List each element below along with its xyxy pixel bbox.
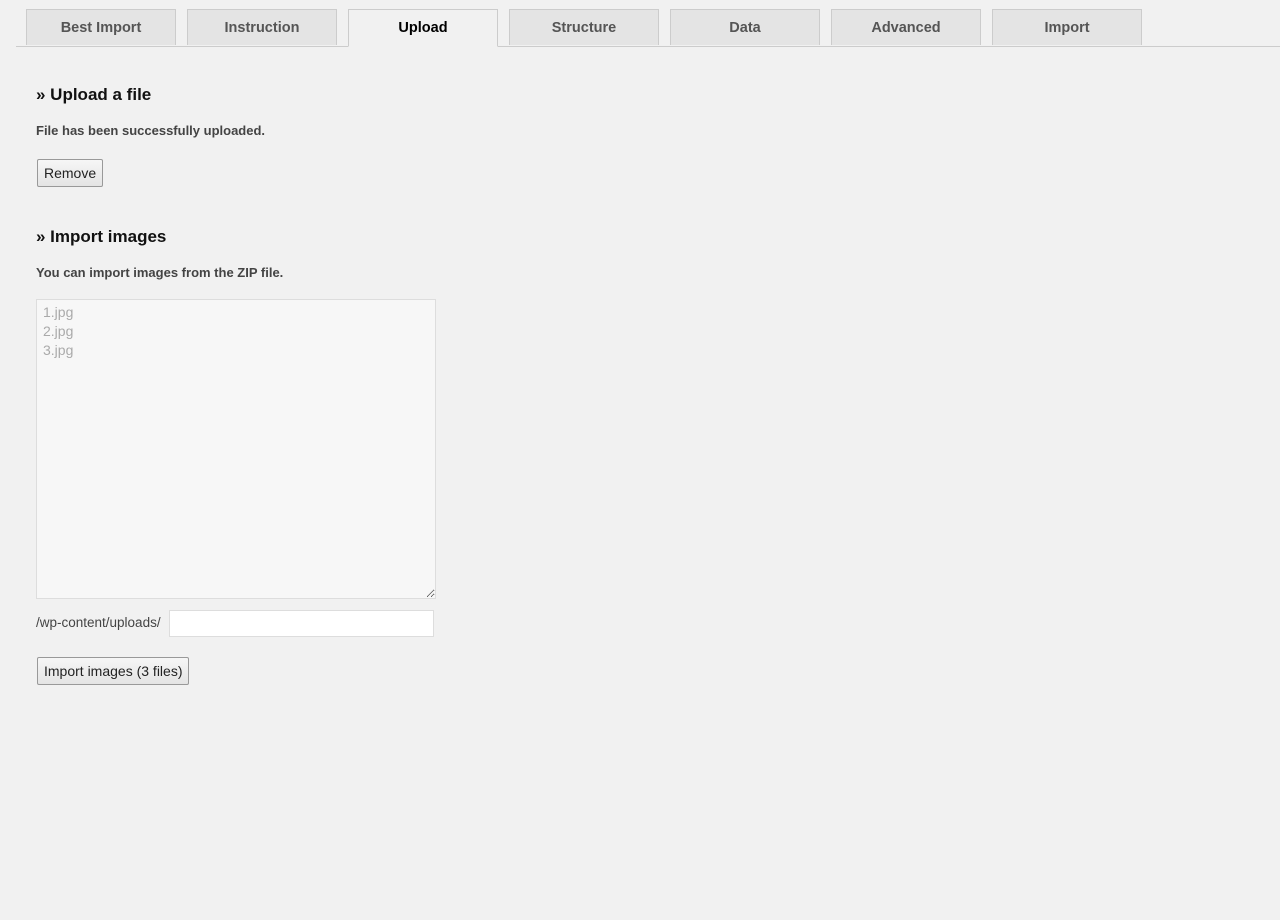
tab-best-import[interactable]: Best Import bbox=[26, 9, 176, 45]
tab-bar: Best Import Instruction Upload Structure… bbox=[16, 9, 1280, 47]
tab-import[interactable]: Import bbox=[992, 9, 1142, 45]
tab-structure[interactable]: Structure bbox=[509, 9, 659, 45]
upload-heading: » Upload a file bbox=[36, 85, 152, 104]
upload-status: File has been successfully uploaded. bbox=[36, 123, 266, 138]
upload-path-input[interactable] bbox=[169, 610, 434, 637]
import-images-description: You can import images from the ZIP file. bbox=[36, 265, 284, 280]
import-images-heading: » Import images bbox=[36, 227, 167, 246]
tab-data[interactable]: Data bbox=[670, 9, 820, 45]
upload-path-prefix: /wp-content/uploads/ bbox=[36, 615, 161, 630]
remove-button[interactable]: Remove bbox=[37, 159, 104, 187]
tab-advanced[interactable]: Advanced bbox=[831, 9, 981, 45]
image-file-list[interactable]: 1.jpg 2.jpg 3.jpg bbox=[36, 299, 436, 599]
tab-upload[interactable]: Upload bbox=[348, 9, 498, 47]
tab-instruction[interactable]: Instruction bbox=[187, 9, 337, 45]
import-images-button[interactable]: Import images (3 files) bbox=[37, 657, 190, 685]
